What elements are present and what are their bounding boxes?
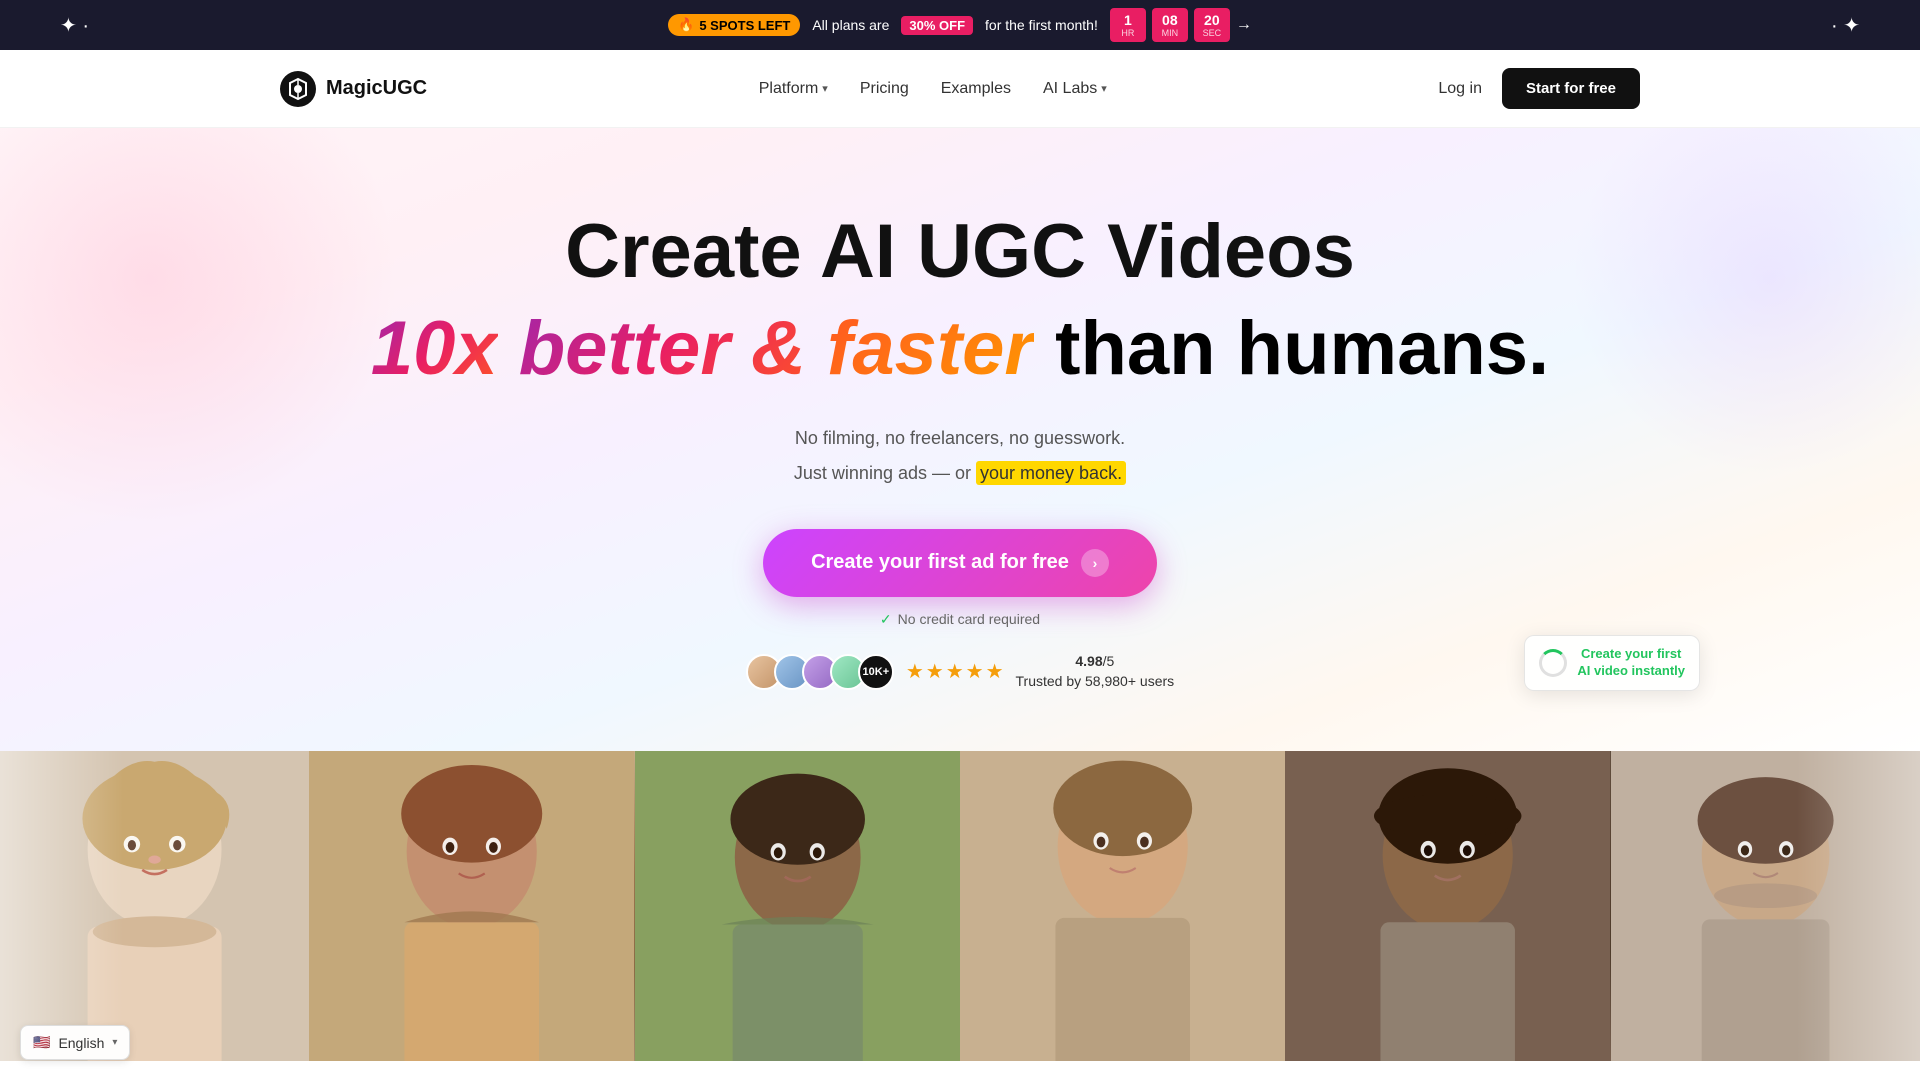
banner-decoration-right: · ✦ xyxy=(1831,13,1860,38)
star-rating: ★ ★ ★ ★ ★ xyxy=(906,659,1004,684)
banner-promo-text2: for the first month! xyxy=(985,17,1098,33)
platform-chevron: ▾ xyxy=(822,82,828,95)
avatar-count: 10K+ xyxy=(858,654,894,690)
login-button[interactable]: Log in xyxy=(1438,80,1482,98)
hero-than-humans: than humans. xyxy=(1034,306,1549,391)
language-label: English xyxy=(58,1035,104,1051)
flag-icon: 🇺🇸 xyxy=(33,1034,50,1051)
logo-icon xyxy=(280,71,316,107)
no-credit-card-notice: ✓ No credit card required xyxy=(20,611,1900,628)
timer-seconds: 20 SEC xyxy=(1194,8,1230,42)
banner-decoration-left: ✦ · xyxy=(60,13,89,38)
timer-minutes: 08 MIN xyxy=(1152,8,1188,42)
user-avatars: 10K+ xyxy=(746,654,894,690)
nav-item-pricing[interactable]: Pricing xyxy=(860,80,909,98)
hero-faster: faster xyxy=(827,306,1034,391)
person-silhouette-4 xyxy=(960,751,1285,1061)
video-card-5[interactable] xyxy=(1285,751,1610,1061)
hero-10x: 10x xyxy=(371,306,498,391)
language-chevron-icon: ▾ xyxy=(112,1037,117,1048)
language-selector[interactable]: 🇺🇸 English ▾ xyxy=(20,1025,130,1060)
logo[interactable]: MagicUGC xyxy=(280,71,427,107)
navbar: MagicUGC Platform ▾ Pricing Examples AI … xyxy=(0,50,1920,128)
nav-links: Platform ▾ Pricing Examples AI Labs ▾ xyxy=(759,80,1107,98)
logo-text: MagicUGC xyxy=(326,77,427,100)
timer-hours: 1 HR xyxy=(1110,8,1146,42)
hero-headline-2: 10x better & faster than humans. xyxy=(20,305,1900,392)
hero-subtitle-1: No filming, no freelancers, no guesswork… xyxy=(20,423,1900,454)
banner-promo-text1: All plans are xyxy=(812,17,889,33)
person-silhouette-6 xyxy=(1611,751,1920,1061)
countdown-timer: 1 HR 08 MIN 20 SEC → xyxy=(1110,8,1252,42)
video-grid xyxy=(0,751,1920,1061)
cta-arrow-icon: › xyxy=(1081,549,1109,577)
spots-badge: 🔥 5 SPOTS LEFT xyxy=(668,14,800,36)
video-card-2[interactable] xyxy=(309,751,634,1061)
money-back-highlight: your money back. xyxy=(976,461,1126,485)
hero-subtitle-2: Just winning ads — or your money back. xyxy=(20,458,1900,489)
hero-section: Create AI UGC Videos 10x better & faster… xyxy=(0,128,1920,751)
nav-item-platform[interactable]: Platform ▾ xyxy=(759,80,828,98)
person-silhouette-3 xyxy=(635,751,960,1061)
check-icon: ✓ xyxy=(880,611,892,628)
loading-spinner-icon xyxy=(1539,649,1567,677)
hero-headline-1: Create AI UGC Videos xyxy=(20,208,1900,295)
person-silhouette-2 xyxy=(309,751,634,1061)
nav-item-ailabs[interactable]: AI Labs ▾ xyxy=(1043,80,1107,98)
discount-badge: 30% OFF xyxy=(901,16,973,35)
nav-actions: Log in Start for free xyxy=(1438,68,1640,109)
timer-arrow[interactable]: → xyxy=(1236,16,1252,34)
floating-badge-text: Create your first AI video instantly xyxy=(1577,646,1685,680)
video-card-4[interactable] xyxy=(960,751,1285,1061)
create-ad-button[interactable]: Create your first ad for free › xyxy=(763,529,1157,597)
hero-better: better & xyxy=(498,306,827,391)
video-card-3[interactable] xyxy=(635,751,960,1061)
person-silhouette-5 xyxy=(1285,751,1610,1061)
floating-video-badge[interactable]: Create your first AI video instantly xyxy=(1524,635,1700,691)
video-card-6[interactable] xyxy=(1611,751,1920,1061)
video-card-1[interactable] xyxy=(0,751,309,1061)
start-for-free-button[interactable]: Start for free xyxy=(1502,68,1640,109)
ailabs-chevron: ▾ xyxy=(1101,82,1107,95)
rating-text: 4.98/5 Trusted by 58,980+ users xyxy=(1016,652,1175,691)
nav-item-examples[interactable]: Examples xyxy=(941,80,1011,98)
person-silhouette-1 xyxy=(0,751,309,1061)
top-banner: ✦ · 🔥 5 SPOTS LEFT All plans are 30% OFF… xyxy=(0,0,1920,50)
